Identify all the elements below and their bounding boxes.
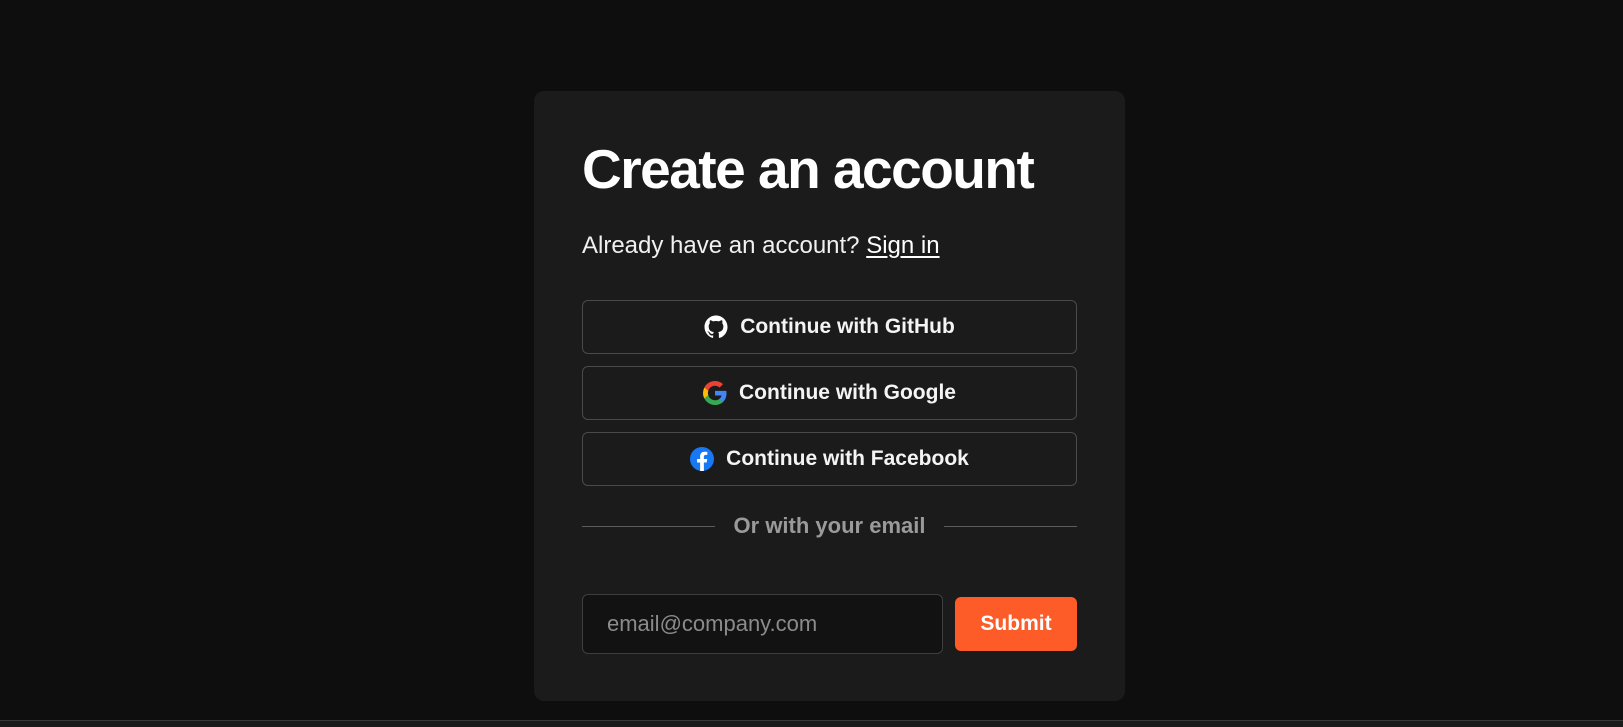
bottom-edge-bar <box>0 720 1623 727</box>
submit-button[interactable]: Submit <box>955 597 1077 651</box>
page-title: Create an account <box>582 138 1035 200</box>
continue-with-facebook-label: Continue with Facebook <box>726 447 969 470</box>
divider-line-right <box>944 525 1077 527</box>
github-icon <box>704 315 728 339</box>
continue-with-facebook-button[interactable]: Continue with Facebook <box>582 432 1077 486</box>
signup-card: Create an account Already have an accoun… <box>534 91 1125 701</box>
continue-with-google-label: Continue with Google <box>739 381 956 404</box>
divider-line-left <box>582 525 715 527</box>
email-input[interactable] <box>582 594 943 654</box>
divider-label: Or with your email <box>733 513 926 538</box>
continue-with-google-button[interactable]: Continue with Google <box>582 366 1077 420</box>
facebook-icon <box>690 447 715 471</box>
sign-in-link[interactable]: Sign in <box>866 232 939 259</box>
email-divider: Or with your email <box>582 512 1077 540</box>
continue-with-github-label: Continue with GitHub <box>740 315 955 338</box>
sign-in-prompt-text: Already have an account? <box>582 232 860 259</box>
continue-with-github-button[interactable]: Continue with GitHub <box>582 300 1077 354</box>
sign-in-prompt: Already have an account? Sign in <box>582 232 940 261</box>
google-icon <box>703 381 727 405</box>
